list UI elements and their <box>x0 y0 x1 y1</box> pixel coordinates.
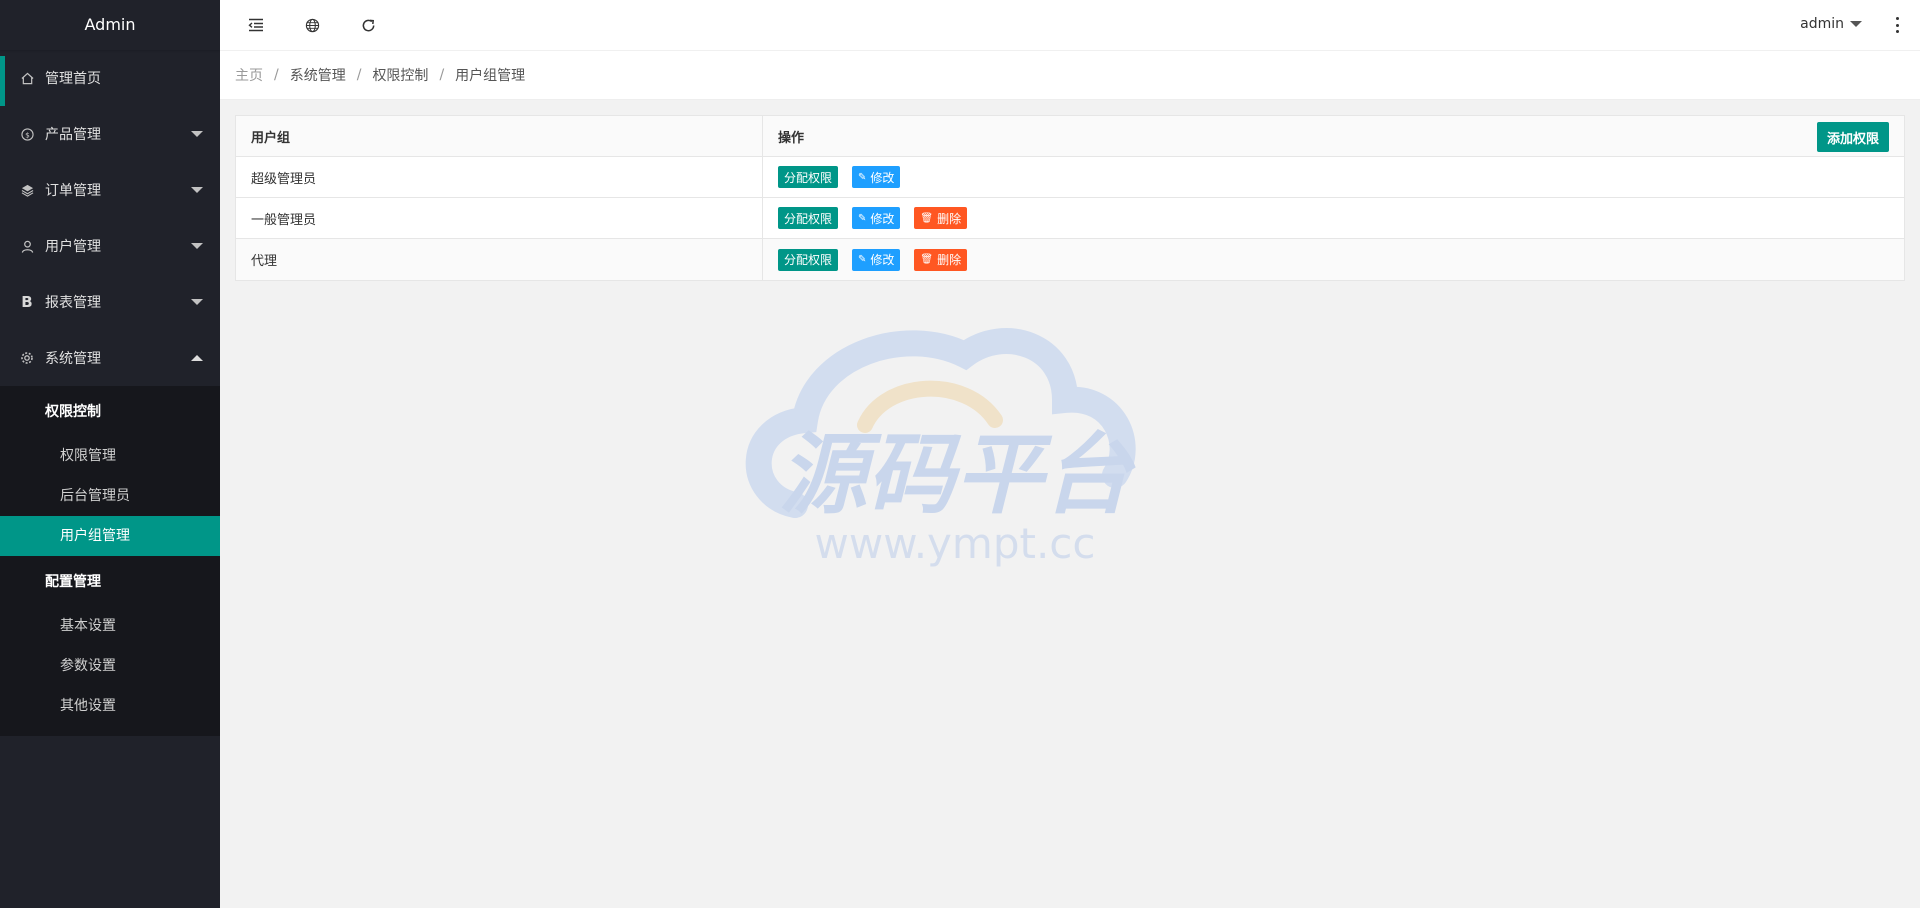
edit-button[interactable]: ✎ 修改 <box>852 248 901 271</box>
row-actions: 分配权限 ✎ 修改 <box>763 157 1904 197</box>
sidebar-group-config[interactable]: 配置管理 <box>0 556 220 606</box>
row-actions: 分配权限 ✎ 修改 🗑 删除 <box>763 198 1904 238</box>
assign-permission-button[interactable]: 分配权限 <box>778 166 839 188</box>
sidebar-item-param-settings[interactable]: 参数设置 <box>0 646 220 686</box>
column-header-group: 用户组 <box>236 116 763 156</box>
table-row: 一般管理员 分配权限 ✎ 修改 🗑 删除 <box>236 198 1904 239</box>
layers-icon <box>20 183 34 197</box>
more-vertical-icon[interactable] <box>1894 17 1900 33</box>
refresh-icon[interactable] <box>355 12 381 38</box>
delete-button[interactable]: 🗑 删除 <box>914 248 968 271</box>
trash-icon: 🗑 <box>920 212 934 224</box>
svg-text:$: $ <box>25 130 30 139</box>
sidebar-item-products[interactable]: $ 产品管理 <box>0 106 220 162</box>
sidebar-item-label: 系统管理 <box>45 351 101 367</box>
sidebar-item-permission-manage[interactable]: 权限管理 <box>0 436 220 476</box>
sidebar-item-admins[interactable]: 后台管理员 <box>0 476 220 516</box>
sidebar: Admin 管理首页 $ 产品管理 订单管理 用户管理 B 报表管理 系统管理 … <box>0 0 220 908</box>
watermark-title: 源码平台 <box>779 423 1136 526</box>
sidebar-item-other-settings[interactable]: 其他设置 <box>0 686 220 726</box>
assign-permission-button[interactable]: 分配权限 <box>778 207 839 229</box>
breadcrumb-current: 用户组管理 <box>455 68 526 84</box>
dollar-icon: $ <box>20 127 34 141</box>
group-name: 一般管理员 <box>236 198 763 238</box>
watermark-url: www.ympt.cc <box>815 519 1096 568</box>
add-permission-button[interactable]: 添加权限 <box>1816 122 1889 152</box>
user-icon <box>20 239 34 253</box>
delete-button[interactable]: 🗑 删除 <box>914 207 968 229</box>
chevron-down-icon <box>191 187 203 193</box>
table-row: 代理 分配权限 ✎ 修改 🗑 删除 <box>236 239 1904 280</box>
sidebar-item-system[interactable]: 系统管理 <box>0 330 220 386</box>
sidebar-menu: 管理首页 $ 产品管理 订单管理 用户管理 B 报表管理 系统管理 <box>0 50 220 386</box>
delete-label: 删除 <box>937 211 962 226</box>
delete-label: 删除 <box>937 253 962 267</box>
collapse-menu-icon[interactable] <box>243 12 269 38</box>
sidebar-group-label: 权限控制 <box>45 404 101 420</box>
pencil-icon: ✎ <box>858 171 867 183</box>
group-name: 代理 <box>236 239 763 280</box>
pencil-icon: ✎ <box>858 212 867 224</box>
sidebar-item-users[interactable]: 用户管理 <box>0 218 220 274</box>
user-group-table: 用户组 操作 添加权限 超级管理员 分配权限 ✎ 修改 一般管理员 分配权限 ✎ 修… <box>235 115 1905 281</box>
breadcrumb-separator: / <box>356 67 362 83</box>
edit-button[interactable]: ✎ 修改 <box>852 166 901 188</box>
sidebar-item-label: 管理首页 <box>45 71 101 87</box>
breadcrumb: 主页 / 系统管理 / 权限控制 / 用户组管理 <box>220 51 1920 100</box>
pencil-icon: ✎ <box>858 254 867 265</box>
chevron-down-icon <box>1850 21 1862 27</box>
watermark-logo: 源码平台 www.ympt.cc <box>745 328 1136 568</box>
sidebar-item-reports[interactable]: B 报表管理 <box>0 274 220 330</box>
column-header-label: 操作 <box>778 130 805 146</box>
sidebar-item-orders[interactable]: 订单管理 <box>0 162 220 218</box>
sidebar-item-label: 报表管理 <box>45 295 101 311</box>
sidebar-item-label: 用户管理 <box>45 239 101 255</box>
b-icon: B <box>21 293 33 311</box>
username: admin <box>1800 16 1844 32</box>
chevron-down-icon <box>191 131 203 137</box>
breadcrumb-home[interactable]: 主页 <box>235 65 263 85</box>
breadcrumb-separator: / <box>439 67 445 83</box>
edit-label: 修改 <box>870 253 895 267</box>
gear-icon <box>20 351 34 365</box>
table-header: 用户组 操作 添加权限 <box>236 116 1904 157</box>
sidebar-item-user-groups[interactable]: 用户组管理 <box>0 516 220 556</box>
top-header: admin <box>220 0 1920 51</box>
edit-label: 修改 <box>870 211 895 226</box>
column-header-actions: 操作 添加权限 <box>763 116 1904 156</box>
edit-label: 修改 <box>870 170 895 185</box>
assign-permission-button[interactable]: 分配权限 <box>778 248 839 271</box>
group-name: 超级管理员 <box>236 157 763 197</box>
trash-icon: 🗑 <box>920 254 934 265</box>
chevron-up-icon <box>191 355 203 361</box>
globe-icon[interactable] <box>299 12 325 38</box>
app-logo[interactable]: Admin <box>0 0 220 50</box>
home-icon <box>20 71 34 85</box>
chevron-down-icon <box>191 243 203 249</box>
system-submenu: 权限控制 权限管理 后台管理员 用户组管理 配置管理 基本设置 参数设置 其他设… <box>0 386 220 736</box>
edit-button[interactable]: ✎ 修改 <box>852 207 901 229</box>
row-actions: 分配权限 ✎ 修改 🗑 删除 <box>763 239 1904 280</box>
sidebar-item-label: 产品管理 <box>45 127 101 143</box>
chevron-down-icon <box>191 299 203 305</box>
user-menu[interactable]: admin <box>1800 16 1862 32</box>
breadcrumb-system[interactable]: 系统管理 <box>290 65 346 85</box>
breadcrumb-separator: / <box>274 67 279 83</box>
sidebar-item-label: 订单管理 <box>45 183 101 199</box>
sidebar-item-home[interactable]: 管理首页 <box>0 50 220 106</box>
breadcrumb-permission[interactable]: 权限控制 <box>372 65 428 85</box>
sidebar-item-basic-settings[interactable]: 基本设置 <box>0 606 220 646</box>
sidebar-group-permission[interactable]: 权限控制 <box>0 386 220 436</box>
table-row: 超级管理员 分配权限 ✎ 修改 <box>236 157 1904 198</box>
sidebar-group-label: 配置管理 <box>45 574 101 590</box>
